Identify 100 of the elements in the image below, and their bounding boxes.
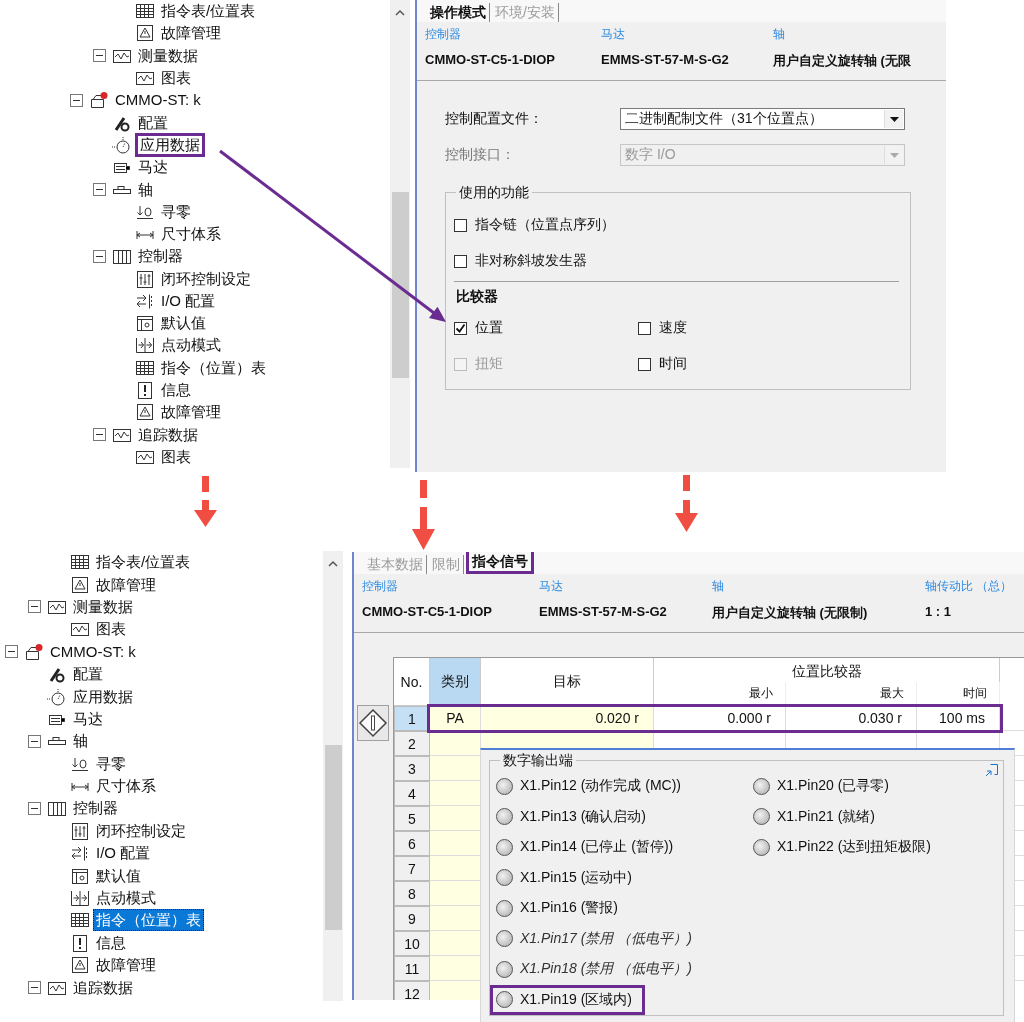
tree-item[interactable]: 信息 [93, 931, 129, 954]
checkbox[interactable] [638, 321, 651, 335]
pin-label: X1.Pin12 (动作完成 (MC)) [520, 777, 682, 796]
field-value: 用户自定义旋转轴 (无限制) [712, 604, 869, 622]
tree-item[interactable]: 故障管理 [93, 954, 159, 977]
column-header[interactable]: 类别 [430, 658, 481, 706]
row-number[interactable]: 9 [394, 906, 430, 931]
tree-item[interactable]: 闭环控制设定 [158, 267, 254, 290]
collapse-toggle[interactable] [5, 645, 18, 659]
row-number[interactable]: 5 [394, 806, 430, 831]
tree-item[interactable]: I/O 配置 [158, 289, 219, 312]
tree-item[interactable]: 尺寸体系 [93, 775, 159, 798]
tree-item[interactable]: 图表 [158, 67, 194, 89]
tree-item[interactable]: 轴 [70, 730, 91, 753]
tree-item[interactable]: 默认值 [158, 312, 209, 335]
tree-item[interactable]: 尺寸体系 [158, 223, 224, 246]
row-number[interactable]: 7 [394, 856, 430, 881]
row-number[interactable]: 10 [394, 931, 430, 956]
tree-item[interactable]: 配置 [135, 111, 171, 134]
checkbox[interactable] [454, 321, 467, 335]
tree-item[interactable]: 轴 [135, 178, 156, 201]
dropdown-button[interactable] [884, 110, 903, 128]
tree-item[interactable]: 默认值 [93, 864, 144, 887]
column-header[interactable]: No. [394, 658, 430, 706]
checkbox-label: 扭矩 [475, 355, 503, 373]
scrollbar[interactable] [323, 551, 343, 1001]
tree-item[interactable]: 点动模式 [93, 887, 159, 910]
tree-item[interactable]: 控制器 [135, 245, 186, 268]
collapse-toggle[interactable] [28, 981, 41, 995]
tree-item[interactable]: 测量数据 [70, 595, 136, 618]
pin-label: X1.Pin16 (警报) [520, 899, 619, 918]
tab[interactable]: 指令信号 [466, 552, 534, 574]
row-number[interactable]: 11 [394, 956, 430, 981]
tree-item[interactable]: 追踪数据 [135, 423, 201, 446]
field-value: EMMS-ST-57-M-S-G2 [539, 604, 668, 619]
collapse-toggle[interactable] [28, 802, 41, 815]
tree-item[interactable]: 应用数据 [135, 132, 205, 157]
device-icon [24, 642, 44, 661]
row-number[interactable]: 12 [394, 981, 430, 1000]
scroll-thumb[interactable] [391, 192, 409, 378]
tree-item[interactable]: 故障管理 [158, 401, 224, 424]
row-number[interactable]: 8 [394, 881, 430, 906]
checkbox[interactable] [454, 218, 467, 232]
row-number[interactable]: 3 [394, 756, 430, 781]
tree-item[interactable]: 应用数据 [70, 685, 136, 708]
tree-item[interactable]: 故障管理 [158, 22, 224, 45]
tree-item[interactable]: 指令（位置）表 [93, 909, 204, 932]
tree-item[interactable]: CMMO-ST: k [112, 89, 204, 112]
warning-icon [70, 956, 90, 975]
collapse-toggle[interactable] [28, 734, 41, 748]
window-icon [70, 866, 90, 885]
checkbox[interactable] [638, 357, 651, 371]
tree-item[interactable]: 图表 [93, 618, 129, 641]
info-icon [70, 933, 90, 952]
scroll-up-icon [394, 9, 406, 17]
tree-item[interactable]: 点动模式 [158, 334, 224, 357]
tree-item[interactable]: 配置 [70, 663, 106, 686]
start-button[interactable] [357, 705, 389, 741]
row-number[interactable]: 6 [394, 831, 430, 856]
collapse-toggle[interactable] [93, 183, 106, 196]
section-title: 比较器 [455, 288, 499, 306]
scroll-up-icon [327, 560, 339, 568]
checkbox[interactable] [454, 254, 467, 268]
row-number[interactable]: 4 [394, 781, 430, 806]
tree-item[interactable]: 故障管理 [93, 573, 159, 596]
pin-label: X1.Pin14 (已停止 (暂停)) [520, 838, 674, 857]
tree-item[interactable]: 指令表/位置表 [158, 0, 259, 23]
tree-item[interactable]: 指令（位置）表 [158, 356, 269, 379]
tree-item[interactable]: 追踪数据 [70, 976, 136, 999]
tree-item[interactable]: 闭环控制设定 [93, 819, 189, 842]
tree-item[interactable]: 马达 [70, 707, 106, 730]
tree-item[interactable]: 控制器 [70, 797, 121, 820]
scrollbar[interactable] [390, 0, 410, 468]
checkbox-label: 时间 [659, 355, 687, 373]
collapse-toggle[interactable] [93, 249, 106, 263]
group-title: 使用的功能 [456, 184, 532, 202]
tree-item[interactable]: 图表 [158, 445, 194, 468]
collapse-toggle[interactable] [93, 49, 106, 63]
sliders-icon [135, 269, 155, 288]
tree-item[interactable]: 寻零 [93, 752, 129, 775]
table-icon [70, 911, 90, 930]
window-icon [135, 314, 155, 333]
scroll-thumb[interactable] [324, 745, 342, 930]
chart-icon [135, 69, 155, 87]
collapse-toggle[interactable] [70, 93, 83, 107]
collapse-toggle[interactable] [93, 428, 106, 442]
collapse-toggle[interactable] [28, 600, 41, 614]
tree-item[interactable]: 指令表/位置表 [93, 551, 194, 574]
dropdown[interactable]: 二进制配制文件（31个位置点） [620, 108, 905, 130]
tree-item[interactable]: 测量数据 [135, 44, 201, 67]
tree-item[interactable]: 信息 [158, 379, 194, 402]
tree-item[interactable]: 马达 [135, 156, 171, 179]
tab[interactable]: 操作模式 [427, 3, 490, 22]
checkbox-label: 指令链（位置点序列） [475, 216, 615, 234]
tree-item[interactable]: I/O 配置 [93, 842, 154, 865]
row-number[interactable]: 2 [394, 731, 430, 756]
tree-item[interactable]: CMMO-ST: k [47, 640, 139, 663]
pin-label: X1.Pin17 (禁用 （低电平）) [520, 929, 692, 948]
tree-item[interactable]: 寻零 [158, 200, 194, 223]
row-number[interactable]: 1 [394, 706, 430, 731]
